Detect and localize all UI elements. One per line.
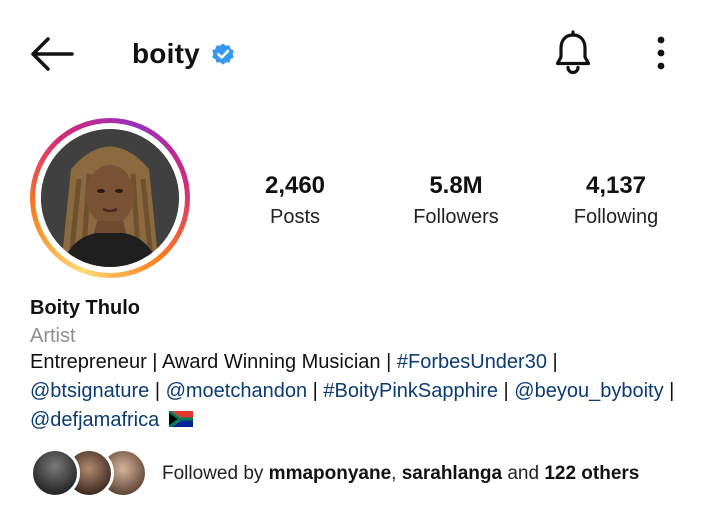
mutual-others[interactable]: 122 others [544,463,639,484]
bio-text-plain: Entrepreneur | Award Winning Musician | [30,351,397,373]
south-africa-flag-icon [168,411,193,427]
verified-badge-icon [212,43,234,65]
hashtag-forbesunder30[interactable]: #ForbesUnder30 [397,351,547,373]
bio-text: Entrepreneur | Award Winning Musician | … [30,348,700,435]
mutual-user-2[interactable]: sarahlanga [402,463,502,484]
followed-by-text[interactable]: Followed by mmaponyane, sarahlanga and 1… [162,460,639,488]
more-options-icon [657,36,665,70]
followed-by-prefix: Followed by [162,463,269,484]
story-ring[interactable] [30,118,190,278]
mention-btsignature[interactable]: @btsignature [30,380,149,402]
bio-separator: | [497,380,515,402]
header-title: boity [132,34,236,74]
followed-by-and: and [502,463,545,484]
username: boity [132,38,200,69]
back-button[interactable] [28,34,74,74]
mention-defjamafrica[interactable]: @defjamafrica [30,409,159,431]
hashtag-boitypinksapphire[interactable]: #BoityPinkSapphire [323,380,498,402]
bio-separator: | [663,380,675,402]
followers-label: Followers [413,206,499,228]
bio-separator: | [307,380,324,402]
profile-photo [41,129,179,267]
posts-label: Posts [269,206,321,228]
mention-beyou-byboity[interactable]: @beyou_byboity [514,380,663,402]
profile-category: Artist [30,325,76,347]
posts-count: 2,460 [264,172,326,199]
avatar [41,129,179,267]
followed-by-comma: , [391,463,402,484]
mutual-followers-avatars[interactable] [30,448,150,498]
bio-separator: | [149,380,166,402]
mutual-avatar[interactable] [30,448,80,498]
avatar-gap [35,123,185,273]
bio-separator: | [546,351,558,373]
mutual-user-1[interactable]: mmaponyane [269,463,391,484]
following-stat[interactable]: 4,137 Following [546,170,686,232]
followers-stat[interactable]: 5.8M Followers [386,170,526,232]
back-arrow-icon [31,37,74,71]
bell-icon [555,30,591,75]
mention-moetchandon[interactable]: @moetchandon [166,380,308,402]
profile-page: boity 2,460 Posts 5.8M Followers 4,137 F… [0,0,720,514]
more-options-button[interactable] [648,32,674,74]
notifications-button[interactable] [552,30,594,76]
followers-count: 5.8M [429,172,483,199]
full-name: Boity Thulo [30,297,140,319]
following-count: 4,137 [585,172,647,199]
following-label: Following [573,206,659,228]
posts-stat[interactable]: 2,460 Posts [225,170,365,232]
